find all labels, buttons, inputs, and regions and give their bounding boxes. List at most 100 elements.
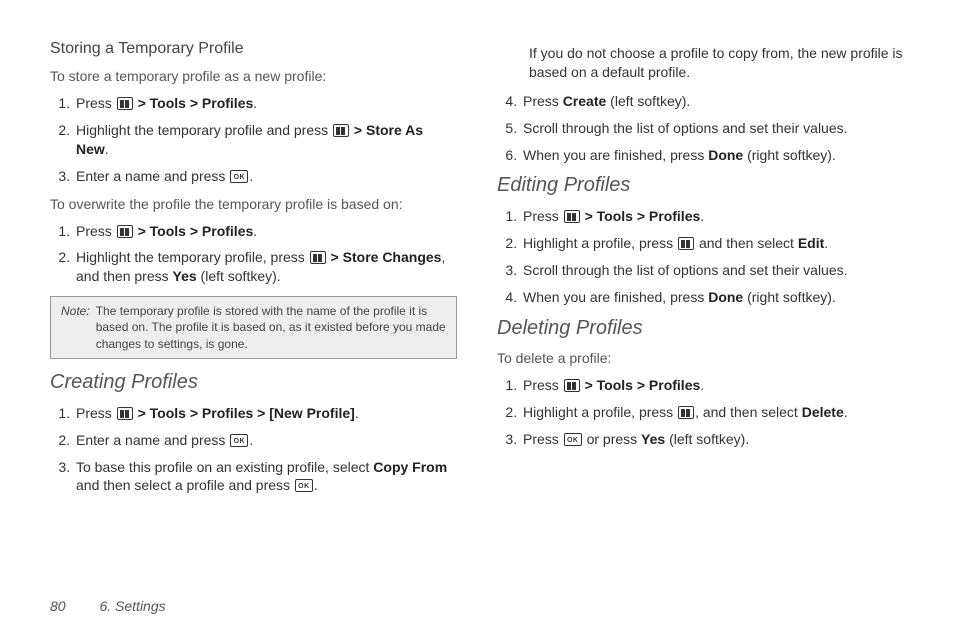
- softkey-done: Done: [708, 147, 743, 163]
- list-creating-continued-wrap: If you do not choose a profile to copy f…: [515, 44, 904, 82]
- list-item: Highlight a profile, press , and then se…: [521, 403, 904, 422]
- intro-delete: To delete a profile:: [497, 350, 904, 366]
- text: .: [700, 208, 704, 224]
- menu-path-store-changes: Store Changes: [343, 249, 442, 265]
- ok-icon: [230, 434, 248, 447]
- text: and then select: [695, 235, 798, 251]
- menu-path-profiles: Profiles: [202, 95, 253, 111]
- list-item: Highlight the temporary profile, press >…: [74, 248, 457, 286]
- menu-path-profiles: Profiles: [202, 405, 253, 421]
- breadcrumb-separator: >: [134, 405, 150, 421]
- left-column: Storing a Temporary Profile To store a t…: [50, 40, 457, 580]
- page-columns: Storing a Temporary Profile To store a t…: [50, 40, 904, 580]
- list-item: Press > Tools > Profiles.: [521, 376, 904, 395]
- breadcrumb-separator: >: [633, 377, 649, 393]
- intro-overwrite: To overwrite the profile the temporary p…: [50, 196, 457, 212]
- option-edit: Edit: [798, 235, 824, 251]
- list-creating-continued: Press Create (left softkey). Scroll thro…: [515, 92, 904, 165]
- ok-icon: [564, 433, 582, 446]
- list-item: Highlight the temporary profile and pres…: [74, 121, 457, 159]
- breadcrumb-separator: >: [134, 95, 150, 111]
- list-item: When you are finished, press Done (right…: [521, 146, 904, 165]
- menu-icon: [333, 124, 349, 137]
- text: Enter a name and press: [76, 432, 229, 448]
- text: (left softkey).: [606, 93, 690, 109]
- menu-icon: [117, 97, 133, 110]
- list-item: Scroll through the list of options and s…: [521, 261, 904, 280]
- breadcrumb-separator: >: [327, 249, 343, 265]
- menu-icon: [117, 225, 133, 238]
- menu-path-profiles: Profiles: [649, 208, 700, 224]
- list-item: Press > Tools > Profiles.: [74, 222, 457, 241]
- breadcrumb-separator: >: [350, 122, 366, 138]
- breadcrumb-separator: >: [186, 223, 202, 239]
- text: (left softkey).: [665, 431, 749, 447]
- breadcrumb-separator: >: [633, 208, 649, 224]
- text: (right softkey).: [743, 147, 836, 163]
- note-text: The temporary profile is stored with the…: [96, 303, 446, 352]
- text: When you are finished, press: [523, 147, 708, 163]
- breadcrumb-separator: >: [581, 377, 597, 393]
- text: Press: [523, 431, 563, 447]
- text: and then select a profile and press: [76, 477, 294, 493]
- breadcrumb-separator: >: [253, 405, 269, 421]
- text: Press: [523, 93, 563, 109]
- list-overwrite: Press > Tools > Profiles. Highlight the …: [68, 222, 457, 287]
- option-delete: Delete: [802, 404, 844, 420]
- list-item: Press > Tools > Profiles.: [74, 94, 457, 113]
- text: .: [844, 404, 848, 420]
- text: Press: [76, 95, 116, 111]
- text: Press: [523, 208, 563, 224]
- menu-icon: [678, 237, 694, 250]
- text: (right softkey).: [743, 289, 836, 305]
- page-footer: 80 6. Settings: [50, 598, 166, 614]
- softkey-yes: Yes: [173, 268, 197, 284]
- menu-icon: [310, 251, 326, 264]
- list-item: When you are finished, press Done (right…: [521, 288, 904, 307]
- text: Enter a name and press: [76, 168, 229, 184]
- heading-storing-temp-profile: Storing a Temporary Profile: [50, 40, 457, 58]
- text: Highlight the temporary profile and pres…: [76, 122, 332, 138]
- option-copy-from: Copy From: [373, 459, 447, 475]
- menu-icon: [564, 210, 580, 223]
- menu-path-tools: Tools: [150, 405, 186, 421]
- text: .: [824, 235, 828, 251]
- text: Highlight the temporary profile, press: [76, 249, 309, 265]
- text: Press: [76, 405, 116, 421]
- list-item: Press > Tools > Profiles > [New Profile]…: [74, 404, 457, 423]
- text: .: [314, 477, 318, 493]
- menu-path-tools: Tools: [150, 95, 186, 111]
- text: or press: [583, 431, 641, 447]
- page-number: 80: [50, 598, 66, 614]
- text: Press: [523, 377, 563, 393]
- text: Highlight a profile, press: [523, 235, 677, 251]
- list-item: Enter a name and press .: [74, 431, 457, 450]
- softkey-done: Done: [708, 289, 743, 305]
- list-item: Enter a name and press .: [74, 167, 457, 186]
- menu-path-profiles: Profiles: [649, 377, 700, 393]
- text: .: [249, 432, 253, 448]
- list-item: To base this profile on an existing prof…: [74, 458, 457, 496]
- heading-creating-profiles: Creating Profiles: [50, 371, 457, 394]
- text: .: [249, 168, 253, 184]
- list-item: Press > Tools > Profiles.: [521, 207, 904, 226]
- softkey-create: Create: [563, 93, 607, 109]
- list-item: Highlight a profile, press and then sele…: [521, 234, 904, 253]
- menu-icon: [564, 379, 580, 392]
- list-item: Scroll through the list of options and s…: [521, 119, 904, 138]
- text: Press: [76, 223, 116, 239]
- text: When you are finished, press: [523, 289, 708, 305]
- text: .: [105, 141, 109, 157]
- text: .: [253, 95, 257, 111]
- ok-icon: [230, 170, 248, 183]
- menu-path-tools: Tools: [597, 208, 633, 224]
- list-editing: Press > Tools > Profiles. Highlight a pr…: [515, 207, 904, 307]
- list-item: Press Create (left softkey).: [521, 92, 904, 111]
- list-item: Press or press Yes (left softkey).: [521, 430, 904, 449]
- list-store-new: Press > Tools > Profiles. Highlight the …: [68, 94, 457, 186]
- note-box: Note: The temporary profile is stored wi…: [50, 296, 457, 359]
- heading-editing-profiles: Editing Profiles: [497, 174, 904, 197]
- menu-path-new-profile: [New Profile]: [269, 405, 355, 421]
- right-column: If you do not choose a profile to copy f…: [497, 40, 904, 580]
- menu-path-tools: Tools: [150, 223, 186, 239]
